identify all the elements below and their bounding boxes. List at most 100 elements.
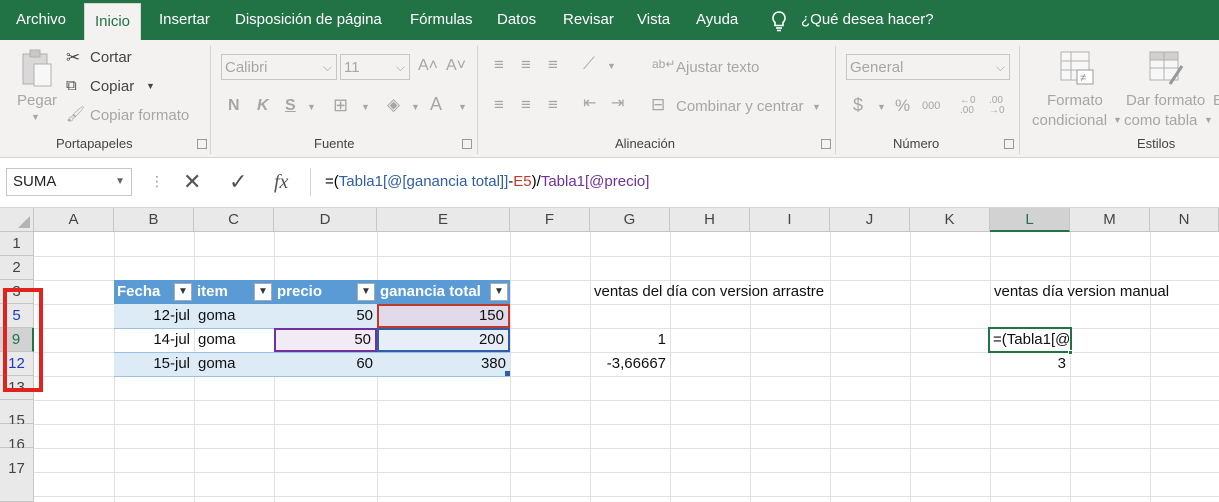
cell-g9[interactable]: 1 bbox=[590, 328, 670, 352]
column-header[interactable]: N bbox=[1150, 208, 1219, 232]
conditional-format-label-2[interactable]: condicional bbox=[1032, 112, 1107, 129]
column-header[interactable]: B bbox=[114, 208, 194, 232]
column-header[interactable]: K bbox=[910, 208, 990, 232]
wrap-text-button[interactable]: Ajustar texto bbox=[676, 59, 759, 76]
paste-dropdown-icon[interactable]: ▼ bbox=[31, 113, 40, 122]
increase-indent-icon[interactable]: ⇥ bbox=[611, 96, 624, 112]
thousands-icon[interactable]: 000 bbox=[922, 101, 940, 112]
active-cell-l9[interactable]: =(Tabla1[@ bbox=[988, 327, 1072, 353]
number-launcher-icon[interactable] bbox=[1004, 139, 1014, 149]
column-header[interactable]: E bbox=[377, 208, 510, 232]
table-cell-reference-ganancia[interactable]: 200 bbox=[377, 328, 510, 352]
font-name-select[interactable]: Calibri ⌵ bbox=[221, 54, 337, 80]
align-bottom-icon[interactable]: ≡ bbox=[548, 56, 558, 73]
column-header-selected[interactable]: L bbox=[990, 208, 1070, 232]
column-header[interactable]: C bbox=[194, 208, 274, 232]
insert-function-icon[interactable]: fx bbox=[274, 168, 288, 196]
fill-dropdown-icon[interactable]: ▼ bbox=[411, 103, 420, 112]
borders-icon[interactable]: ⊞ bbox=[333, 96, 348, 114]
cell-l3[interactable]: ventas día version manual bbox=[990, 280, 1219, 304]
cut-button[interactable]: Cortar bbox=[90, 49, 132, 66]
cell-g12[interactable]: -3,66667 bbox=[590, 352, 670, 376]
borders-dropdown-icon[interactable]: ▼ bbox=[361, 103, 370, 112]
alignment-launcher-icon[interactable] bbox=[821, 139, 831, 149]
orientation-icon[interactable]: ⟋ bbox=[583, 55, 595, 72]
tell-me-search[interactable]: ¿Qué desea hacer? bbox=[801, 0, 934, 40]
format-painter-button[interactable]: Copiar formato bbox=[90, 107, 189, 124]
table-cell[interactable]: goma bbox=[194, 352, 274, 376]
merge-dropdown-icon[interactable]: ▼ bbox=[812, 103, 821, 112]
tab-ayuda[interactable]: Ayuda bbox=[696, 0, 738, 40]
column-header[interactable]: A bbox=[34, 208, 114, 232]
tab-revisar[interactable]: Revisar bbox=[563, 0, 614, 40]
merge-center-button[interactable]: Combinar y centrar bbox=[676, 98, 804, 115]
table-cell[interactable]: 15-jul bbox=[114, 352, 194, 376]
tab-inicio[interactable]: Inicio bbox=[84, 3, 142, 40]
align-top-icon[interactable]: ≡ bbox=[494, 56, 504, 73]
currency-icon[interactable]: $ bbox=[853, 96, 863, 114]
worksheet-grid[interactable]: A B C D E F G H I J K L M N 1 2 3 5 9 12… bbox=[0, 208, 1219, 502]
filter-dropdown-icon[interactable]: ▼ bbox=[174, 283, 192, 301]
copy-dropdown-icon[interactable]: ▼ bbox=[146, 82, 155, 91]
tab-vista[interactable]: Vista bbox=[637, 0, 670, 40]
shrink-font-icon[interactable]: A˅ bbox=[446, 58, 466, 74]
format-as-table-label-2[interactable]: como tabla bbox=[1124, 112, 1197, 129]
select-all-button[interactable] bbox=[0, 208, 34, 232]
decrease-indent-icon[interactable]: ⇤ bbox=[583, 96, 596, 112]
enter-formula-icon[interactable]: ✓ bbox=[229, 168, 247, 196]
row-header[interactable]: 15 bbox=[0, 400, 34, 429]
row-header[interactable]: 1 bbox=[0, 232, 34, 256]
cell-l12[interactable]: 3 bbox=[990, 352, 1070, 376]
align-left-icon[interactable]: ≡ bbox=[494, 96, 504, 113]
column-header[interactable]: I bbox=[750, 208, 830, 232]
row-header[interactable]: 17 bbox=[0, 448, 34, 502]
filter-active-icon[interactable]: ▼ bbox=[254, 283, 272, 301]
table-cell-reference-precio[interactable]: 50 bbox=[274, 328, 377, 352]
column-header[interactable]: G bbox=[590, 208, 670, 232]
filter-dropdown-icon[interactable]: ▼ bbox=[490, 283, 508, 301]
filter-dropdown-icon[interactable]: ▼ bbox=[357, 283, 375, 301]
currency-dropdown-icon[interactable]: ▼ bbox=[877, 103, 886, 112]
name-box[interactable]: SUMA ▼ bbox=[6, 168, 132, 196]
font-color-icon[interactable]: A bbox=[430, 95, 442, 113]
format-as-table-dropdown-icon[interactable]: ▼ bbox=[1204, 116, 1213, 125]
table-resize-handle[interactable] bbox=[505, 371, 510, 376]
column-header[interactable]: H bbox=[670, 208, 750, 232]
tab-insertar[interactable]: Insertar bbox=[159, 0, 210, 40]
table-cell[interactable]: 60 bbox=[274, 352, 377, 376]
number-format-select[interactable]: General ⌵ bbox=[846, 54, 1010, 80]
conditional-format-dropdown-icon[interactable]: ▼ bbox=[1113, 116, 1122, 125]
align-middle-icon[interactable]: ≡ bbox=[521, 56, 531, 73]
clipboard-launcher-icon[interactable] bbox=[197, 139, 207, 149]
name-box-dropdown-icon[interactable]: ▼ bbox=[115, 169, 125, 195]
font-color-dropdown-icon[interactable]: ▼ bbox=[458, 103, 467, 112]
table-cell-reference-e5[interactable]: 150 bbox=[377, 304, 510, 328]
cell-g3[interactable]: ventas del día con version arrastre bbox=[590, 280, 970, 304]
italic-button[interactable]: K bbox=[257, 98, 269, 114]
table-cell[interactable]: 50 bbox=[274, 304, 377, 328]
orientation-dropdown-icon[interactable]: ▼ bbox=[607, 62, 616, 71]
table-cell[interactable]: 14-jul bbox=[114, 328, 194, 352]
formula-input[interactable]: =(Tabla1[@[ganancia total]]-E5)/Tabla1[@… bbox=[310, 168, 1219, 196]
tab-formulas[interactable]: Fórmulas bbox=[410, 0, 473, 40]
row-header[interactable]: 2 bbox=[0, 256, 34, 280]
table-cell[interactable]: 12-jul bbox=[114, 304, 194, 328]
paste-button[interactable]: Pegar bbox=[17, 92, 57, 109]
fill-color-icon[interactable]: ◈ bbox=[387, 96, 400, 113]
underline-button[interactable]: S bbox=[285, 98, 296, 114]
font-size-select[interactable]: 11 ⌵ bbox=[340, 54, 410, 80]
bold-button[interactable]: N bbox=[228, 98, 240, 114]
column-header[interactable]: J bbox=[830, 208, 910, 232]
table-cell[interactable]: goma bbox=[194, 304, 274, 328]
tab-archivo[interactable]: Archivo bbox=[16, 0, 66, 40]
column-header[interactable]: D bbox=[274, 208, 377, 232]
tab-disposicion[interactable]: Disposición de página bbox=[235, 0, 382, 40]
conditional-format-label-1[interactable]: Formato bbox=[1047, 92, 1103, 109]
table-cell[interactable]: goma bbox=[194, 328, 274, 352]
align-center-icon[interactable]: ≡ bbox=[521, 96, 531, 113]
decrease-decimal-icon[interactable]: .00 →0 bbox=[989, 96, 1005, 116]
column-header[interactable]: M bbox=[1070, 208, 1150, 232]
align-right-icon[interactable]: ≡ bbox=[548, 96, 558, 113]
grow-font-icon[interactable]: A˄ bbox=[418, 58, 438, 74]
increase-decimal-icon[interactable]: ←0.00 bbox=[960, 96, 976, 116]
